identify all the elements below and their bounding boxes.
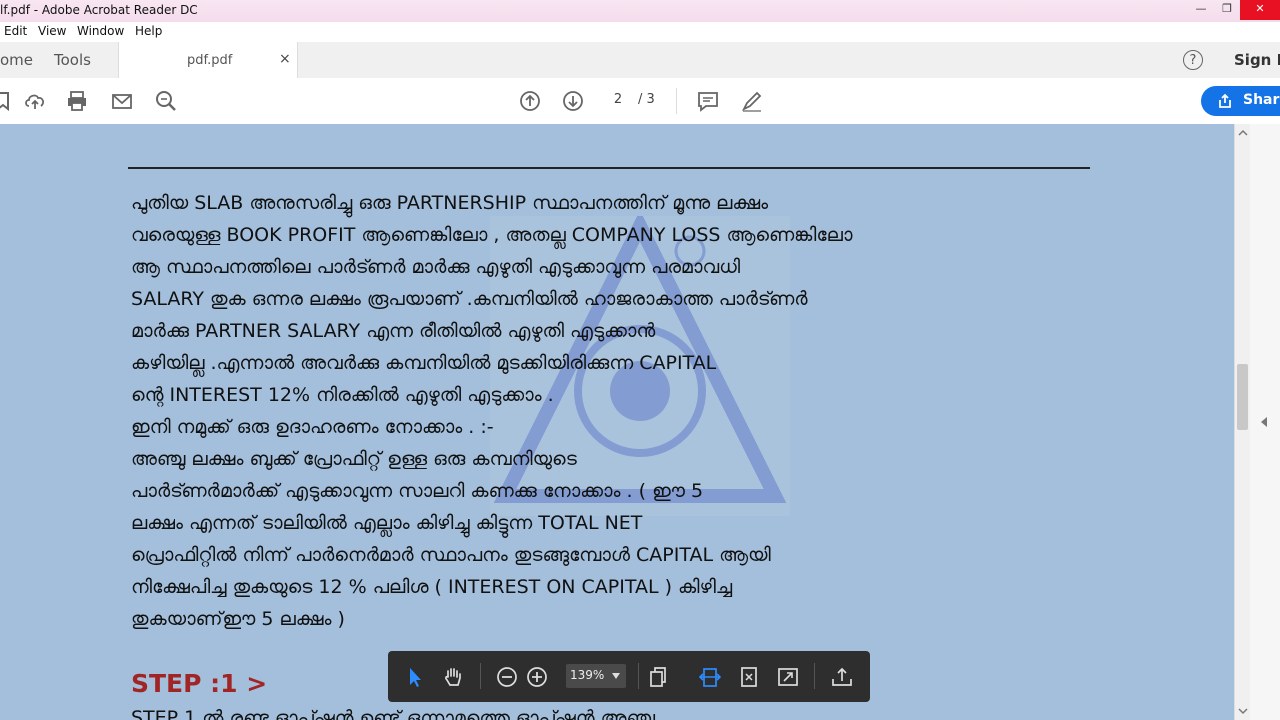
zoom-in-icon[interactable] <box>525 665 549 689</box>
chevron-down-icon <box>612 673 620 679</box>
menu-edit[interactable]: Edit <box>4 24 27 38</box>
zoom-out-icon[interactable] <box>495 665 519 689</box>
document-text-line: പ്രൊഫിറ്റിൽ നിന്ന് പാർനെർമാർ സ്ഥാപനം തുട… <box>131 544 771 566</box>
pen-sign-icon[interactable] <box>740 89 764 113</box>
toolbar-divider <box>480 663 481 689</box>
right-pane-strip <box>1250 124 1280 720</box>
select-cursor-icon[interactable] <box>403 665 427 689</box>
scroll-up-icon[interactable] <box>1238 128 1248 138</box>
page-rule <box>128 167 1090 169</box>
scroll-down-icon[interactable] <box>1238 706 1248 716</box>
expand-pane-icon[interactable] <box>1259 416 1269 428</box>
export-upload-icon[interactable] <box>830 665 854 689</box>
menu-window[interactable]: Window <box>77 24 124 38</box>
document-text-line: അഞ്ചു ലക്ഷം ബുക്ക് പ്രോഫിറ്റ് ഉള്ള ഒരു ക… <box>131 448 577 470</box>
fit-width-icon[interactable] <box>698 665 722 689</box>
toolbar-divider <box>814 663 815 689</box>
document-text-line: ആ സ്ഥാപനത്തിലെ പാർട്ണർ മാർക്കു എഴുതി എടു… <box>131 256 741 278</box>
tab-tools[interactable]: Tools <box>54 51 91 69</box>
fit-page-icon[interactable] <box>737 665 761 689</box>
full-screen-icon[interactable] <box>776 665 800 689</box>
comment-icon[interactable] <box>696 89 720 113</box>
window-title: lf.pdf - Adobe Acrobat Reader DC <box>0 3 198 17</box>
document-text-line: ന്റെ INTEREST 12% നിരക്കിൽ എഴുതി എടുക്കാ… <box>131 384 554 406</box>
vertical-scrollbar[interactable] <box>1234 124 1251 720</box>
document-text-line: നിക്ഷേപിച്ച തുകയുടെ 12 % പലിശ ( INTEREST… <box>131 576 733 598</box>
previous-page-icon[interactable] <box>518 89 542 113</box>
document-text-line: SALARY തുക ഒന്നര ലക്ഷം രൂപയാണ് .കമ്പനിയി… <box>131 288 808 310</box>
page-number-input[interactable]: 2 <box>604 92 632 110</box>
step-heading: STEP :1 > <box>131 669 268 698</box>
share-icon <box>1219 93 1231 108</box>
menu-view[interactable]: View <box>38 24 66 38</box>
bookmark-icon[interactable] <box>0 89 14 113</box>
document-text-line: വരെയുള്ള BOOK PROFIT ആണെങ്കിലോ , അതല്ല C… <box>131 224 853 246</box>
document-text-line: ലക്ഷം എന്നത് ടാലിയിൽ എല്ലാം കിഴിച്ചു കിട… <box>131 512 643 534</box>
page-total: / 3 <box>638 92 655 107</box>
main-toolbar: 2 / 3 Share <box>0 78 1280 125</box>
print-icon[interactable] <box>65 89 89 113</box>
tab-bar: ome Tools pdf.pdf × ? Sign I <box>0 42 1280 79</box>
sign-in-link[interactable]: Sign I <box>1234 51 1280 69</box>
menu-bar: Edit View Window Help <box>0 22 1280 42</box>
zoom-level-value: 139% <box>570 668 605 682</box>
restore-button[interactable]: ❐ <box>1214 0 1240 20</box>
title-bar: lf.pdf - Adobe Acrobat Reader DC — ❐ ✕ <box>0 0 1280 22</box>
document-view[interactable]: പുതിയ SLAB അനുസരിച്ചു ഒരു PARTNERSHIP സ്… <box>0 124 1234 720</box>
toolbar-divider <box>638 663 639 689</box>
document-text-line: STEP 1 ൽ രണ്ടു ഓപ്ഷൻ ഉണ്ട് ഒന്നാമത്തെ ഓപ… <box>131 707 656 720</box>
page-copy-icon[interactable] <box>646 665 670 689</box>
menu-help[interactable]: Help <box>135 24 162 38</box>
document-text-line: ഇനി നമുക്ക് ഒരു ഉദാഹരണം നോക്കാം . :- <box>131 416 494 438</box>
document-text-line: മാർക്കു PARTNER SALARY എന്ന രീതിയിൽ എഴുത… <box>131 320 656 342</box>
scrollbar-thumb[interactable] <box>1237 364 1248 430</box>
next-page-icon[interactable] <box>561 89 585 113</box>
document-text-line: പാർട്ണർമാർക്ക് എടുക്കാവുന്ന സാലറി കണക്കു… <box>131 480 704 502</box>
close-tab-icon[interactable]: × <box>279 51 291 67</box>
share-label: Share <box>1243 92 1280 108</box>
email-icon[interactable] <box>110 89 134 113</box>
upload-cloud-icon[interactable] <box>23 89 47 113</box>
document-text-line: തുകയാണ്ഈ 5 ലക്ഷം ) <box>131 608 345 630</box>
help-icon[interactable]: ? <box>1183 50 1203 70</box>
floating-toolbar: 139% <box>388 651 870 702</box>
tab-home[interactable]: ome <box>0 51 33 69</box>
share-button[interactable]: Share <box>1201 86 1280 116</box>
close-window-button[interactable]: ✕ <box>1240 0 1280 20</box>
document-tab-label: pdf.pdf <box>187 53 233 68</box>
hand-tool-icon[interactable] <box>441 665 465 689</box>
zoom-search-icon[interactable] <box>154 89 178 113</box>
tab-document[interactable]: pdf.pdf × <box>118 42 298 79</box>
zoom-level-select[interactable]: 139% <box>566 664 626 688</box>
document-text-line: പുതിയ SLAB അനുസരിച്ചു ഒരു PARTNERSHIP സ്… <box>131 192 769 214</box>
minimize-button[interactable]: — <box>1188 0 1214 20</box>
toolbar-divider <box>676 88 677 114</box>
document-text-line: കഴിയില്ല .എന്നാൽ അവർക്കു കമ്പനിയിൽ മുടക്… <box>131 352 717 374</box>
